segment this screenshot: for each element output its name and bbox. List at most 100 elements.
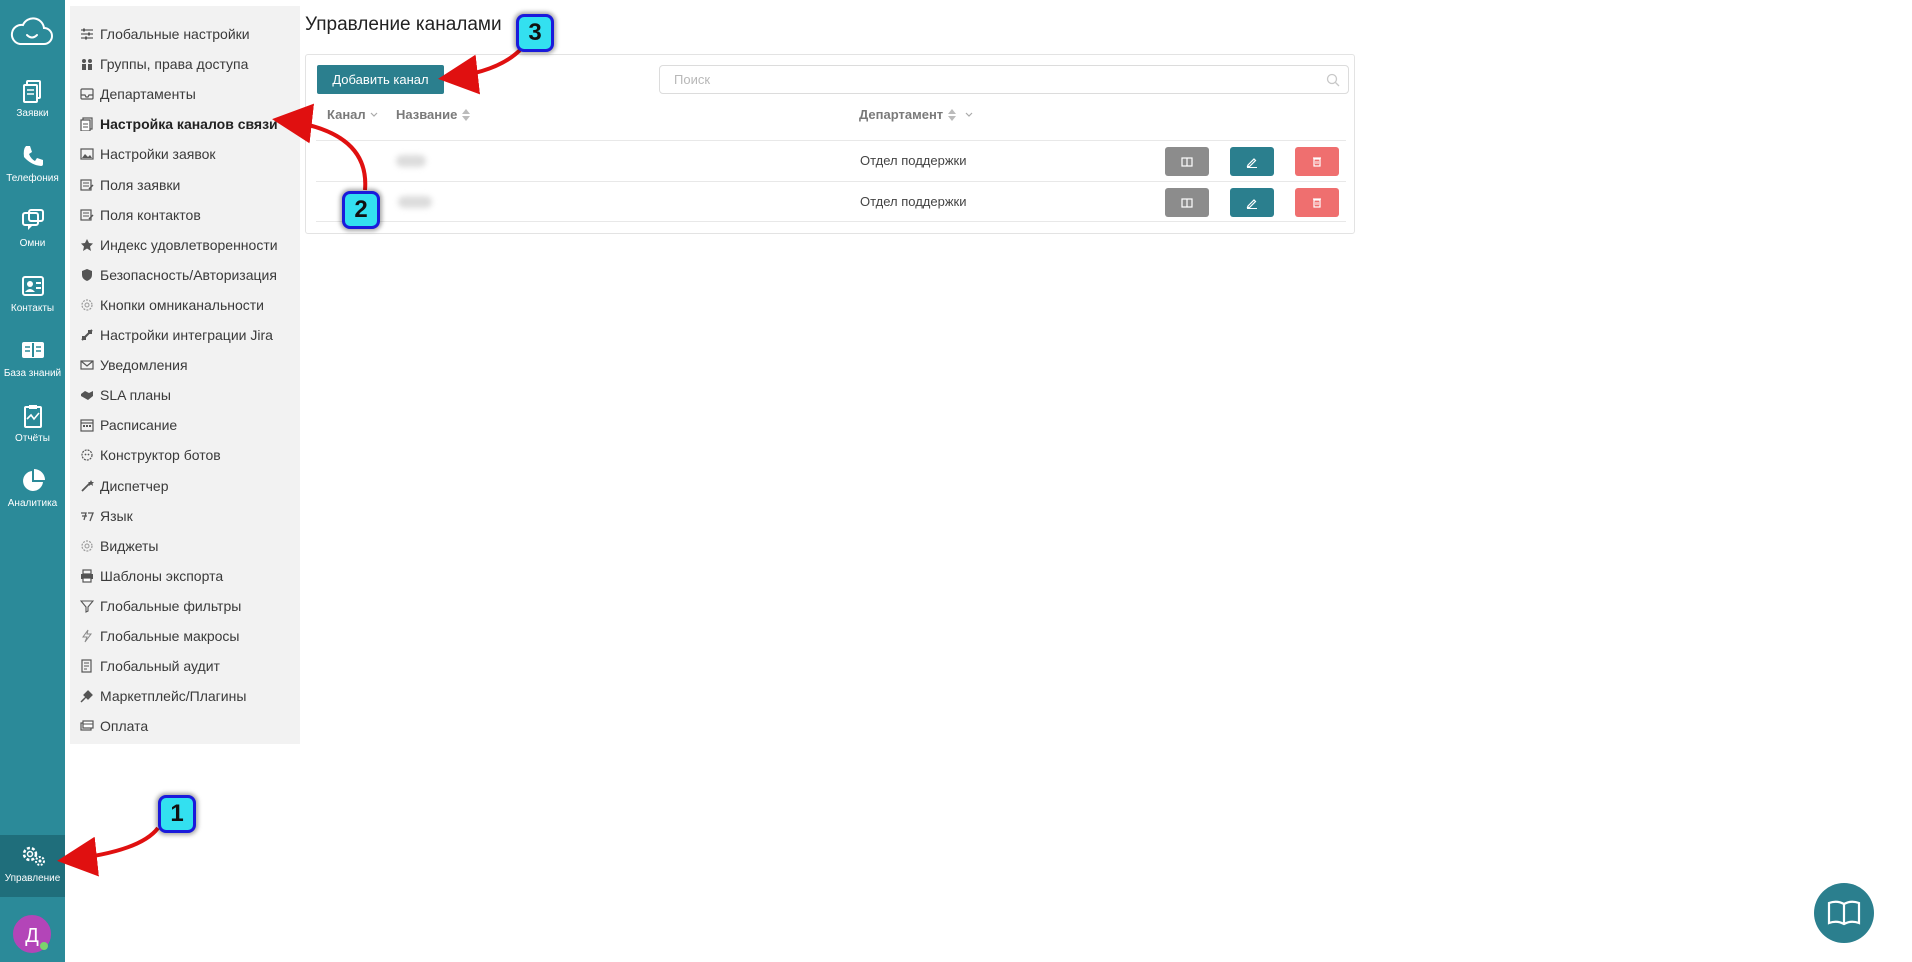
- rail-item-label: Телефония: [6, 173, 59, 184]
- menu-item-label: Конструктор ботов: [100, 447, 221, 464]
- inbox-icon: [80, 87, 94, 101]
- trash-icon: [1313, 157, 1321, 167]
- menu-item[interactable]: Безопасность/Авторизация: [70, 261, 300, 289]
- menu-item[interactable]: Настройки интеграции Jira: [70, 321, 300, 349]
- menu-item[interactable]: Настройки заявок: [70, 140, 300, 168]
- annotation-badge-2: 2: [342, 191, 380, 229]
- view-button[interactable]: [1165, 147, 1209, 176]
- table-row[interactable]: Отдел поддержки: [316, 181, 1346, 222]
- search-box: [659, 65, 1349, 94]
- menu-item[interactable]: Поля заявки: [70, 171, 300, 199]
- cloud-logo-icon[interactable]: [10, 14, 54, 50]
- gears-icon: [22, 846, 45, 866]
- settings-menu: Глобальные настройки Группы, права доступ…: [70, 6, 300, 744]
- filter-icon: [80, 599, 94, 613]
- menu-item-label: Виджеты: [100, 537, 159, 554]
- gear-outline-icon: [80, 298, 94, 312]
- menu-item-label: Расписание: [100, 417, 178, 434]
- column-header-department[interactable]: Департамент: [859, 107, 973, 122]
- rail-item-analytics[interactable]: Аналитика: [0, 460, 65, 522]
- menu-item-label: Поля контактов: [100, 206, 201, 223]
- delete-button[interactable]: [1295, 188, 1339, 217]
- column-header-channel[interactable]: Канал: [327, 107, 378, 122]
- user-avatar[interactable]: Д: [11, 913, 53, 955]
- sort-icon: [462, 108, 471, 121]
- channels-icon: [80, 117, 94, 132]
- menu-item-label: Шаблоны экспорта: [100, 567, 224, 584]
- annotation-badge-1: 1: [158, 795, 196, 833]
- menu-item[interactable]: Глобальные макросы: [70, 622, 300, 650]
- menu-item-label: Группы, права доступа: [100, 56, 249, 73]
- menu-item[interactable]: Уведомления: [70, 351, 300, 379]
- lightning-icon: [80, 629, 94, 643]
- delete-button[interactable]: [1295, 147, 1339, 176]
- annotation-badge-3: 3: [516, 14, 554, 52]
- phone-icon: [23, 146, 43, 166]
- menu-item[interactable]: Язык: [70, 502, 300, 530]
- search-icon[interactable]: [1326, 73, 1340, 87]
- rail-item-telephony[interactable]: Телефония: [0, 135, 65, 197]
- menu-item[interactable]: Настройка каналов связи: [70, 110, 300, 138]
- menu-item[interactable]: Кнопки омниканальности: [70, 291, 300, 319]
- rail-item-settings[interactable]: Управление: [0, 835, 65, 897]
- menu-item-label: Маркетплейс/Плагины: [100, 688, 247, 705]
- menu-item[interactable]: Глобальные настройки: [70, 20, 300, 48]
- menu-item-label: Настройка каналов связи: [100, 116, 278, 133]
- rail-item-reports[interactable]: Отчёты: [0, 395, 65, 457]
- menu-item[interactable]: SLA планы: [70, 381, 300, 409]
- menu-item[interactable]: Индекс удовлетворенности: [70, 231, 300, 259]
- rail-item-label: База знаний: [3, 368, 62, 379]
- audit-icon: [80, 659, 94, 673]
- chevron-down-icon: [965, 112, 973, 117]
- menu-item[interactable]: Маркетплейс/Плагины: [70, 682, 300, 710]
- rail-item-tickets[interactable]: Заявки: [0, 70, 65, 132]
- printer-icon: [80, 569, 94, 583]
- jira-icon: [80, 328, 94, 342]
- avatar-letter: Д: [25, 925, 39, 947]
- bot-icon: [80, 448, 94, 462]
- shield-icon: [80, 268, 94, 282]
- menu-item[interactable]: Виджеты: [70, 532, 300, 560]
- add-channel-button[interactable]: Добавить канал: [317, 65, 444, 94]
- menu-item[interactable]: Конструктор ботов: [70, 441, 300, 469]
- rail-item-knowledge-base[interactable]: База знаний: [0, 330, 65, 392]
- envelope-icon: [80, 358, 94, 372]
- menu-item[interactable]: Группы, права доступа: [70, 50, 300, 78]
- search-input[interactable]: [674, 66, 1314, 92]
- menu-item[interactable]: Департаменты: [70, 80, 300, 108]
- plug-icon: [80, 689, 94, 703]
- widget-gear-icon: [80, 539, 94, 553]
- menu-item[interactable]: Шаблоны экспорта: [70, 562, 300, 590]
- omni-chat-icon: [21, 209, 44, 230]
- view-button[interactable]: [1165, 188, 1209, 217]
- page-title: Управление каналами: [305, 14, 502, 35]
- edit-button[interactable]: [1230, 147, 1274, 176]
- department-cell: Отдел поддержки: [860, 153, 967, 168]
- rail-item-label: Отчёты: [15, 433, 50, 444]
- menu-item-label: Кнопки омниканальности: [100, 296, 265, 313]
- pencil-icon: [1246, 157, 1257, 168]
- menu-item-label: SLA планы: [100, 387, 171, 404]
- contacts-icon: [21, 276, 44, 296]
- menu-item[interactable]: Оплата: [70, 712, 300, 740]
- menu-item[interactable]: Глобальный аудит: [70, 652, 300, 680]
- help-book-button[interactable]: [1814, 883, 1874, 943]
- edit-button[interactable]: [1230, 188, 1274, 217]
- menu-item[interactable]: Расписание: [70, 411, 300, 439]
- menu-item[interactable]: Глобальные фильтры: [70, 592, 300, 620]
- sort-icon: [948, 108, 957, 121]
- trash-icon: [1313, 198, 1321, 208]
- chevron-down-icon: [370, 112, 378, 117]
- rail-item-omni[interactable]: Омни: [0, 200, 65, 262]
- menu-item-label: Поля заявки: [100, 176, 181, 193]
- column-header-name[interactable]: Название: [396, 107, 471, 122]
- menu-item[interactable]: Диспетчер: [70, 472, 300, 500]
- knowledge-base-icon: [21, 342, 44, 358]
- table-row[interactable]: Отдел поддержки: [316, 140, 1346, 181]
- menu-item-label: Уведомления: [100, 357, 188, 374]
- analytics-pie-icon: [22, 469, 45, 491]
- menu-item[interactable]: Поля контактов: [70, 201, 300, 229]
- calendar-icon: [80, 418, 94, 432]
- book-icon: [1181, 197, 1193, 208]
- rail-item-contacts[interactable]: Контакты: [0, 265, 65, 327]
